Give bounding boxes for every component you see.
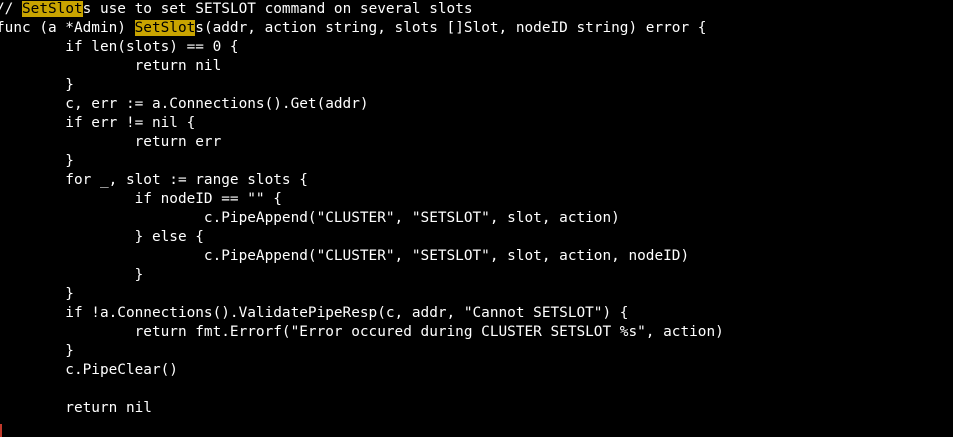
code-text: s(addr, action string, slots []Slot, nod… [195, 20, 707, 36]
code-line: if len(slots) == 0 { [0, 38, 239, 57]
terminal-window[interactable]: // SetSlots use to set SETSLOT command o… [0, 0, 953, 437]
code-text: // [0, 1, 14, 17]
code-line: c, err := a.Connections().Get(addr) [0, 95, 369, 114]
code-line: return nil [0, 399, 152, 418]
code-text: func (a *Admin) [0, 20, 135, 36]
code-line: } [0, 342, 74, 361]
code-text: c, err := a.Connections().Get(addr) [0, 96, 369, 112]
code-line: c.PipeAppend("CLUSTER", "SETSLOT", slot,… [0, 247, 689, 266]
code-line: } else { [0, 228, 204, 247]
code-text: } [0, 153, 74, 169]
search-match-highlight: SetSlot [22, 1, 83, 17]
code-line: c.PipeClear() [0, 361, 178, 380]
code-line: if err != nil { [0, 114, 195, 133]
code-line: for _, slot := range slots { [0, 171, 308, 190]
code-text: s use to set SETSLOT command on several … [82, 1, 473, 17]
code-text: return fmt.Errorf("Error occured during … [0, 324, 724, 340]
code-text: if !a.Connections().ValidatePipeResp(c, … [0, 305, 629, 321]
code-text: return nil [0, 58, 222, 74]
code-line: if nodeID == "" { [0, 190, 282, 209]
code-text: c.PipeAppend("CLUSTER", "SETSLOT", slot,… [0, 210, 620, 226]
code-line: } [0, 76, 74, 95]
code-text: } [0, 77, 74, 93]
code-line: } [0, 266, 144, 285]
code-text: c.PipeClear() [0, 362, 178, 378]
code-text: if nodeID == "" { [0, 191, 282, 207]
code-text: return err [0, 134, 222, 150]
code-text: c.PipeAppend("CLUSTER", "SETSLOT", slot,… [0, 248, 690, 264]
code-text: } [0, 343, 74, 359]
code-text: if len(slots) == 0 { [0, 39, 239, 55]
code-text: } else { [0, 229, 204, 245]
code-line: func (a *Admin) SetSlots(addr, action st… [0, 19, 706, 38]
code-text: for _, slot := range slots { [0, 172, 308, 188]
code-line: if !a.Connections().ValidatePipeResp(c, … [0, 304, 628, 323]
code-line: return err [0, 133, 222, 152]
code-text: return nil [0, 400, 152, 416]
code-line: return nil [0, 57, 222, 76]
code-line: // SetSlots use to set SETSLOT command o… [0, 0, 473, 19]
search-match-highlight: SetSlot [134, 20, 196, 36]
code-text: if err != nil { [0, 115, 196, 131]
cursor-marker [0, 424, 2, 437]
code-line: c.PipeAppend("CLUSTER", "SETSLOT", slot,… [0, 209, 620, 228]
code-text: } [0, 286, 74, 302]
code-line: } [0, 152, 74, 171]
code-text: } [0, 267, 144, 283]
code-line: return fmt.Errorf("Error occured during … [0, 323, 724, 342]
code-line: } [0, 285, 74, 304]
